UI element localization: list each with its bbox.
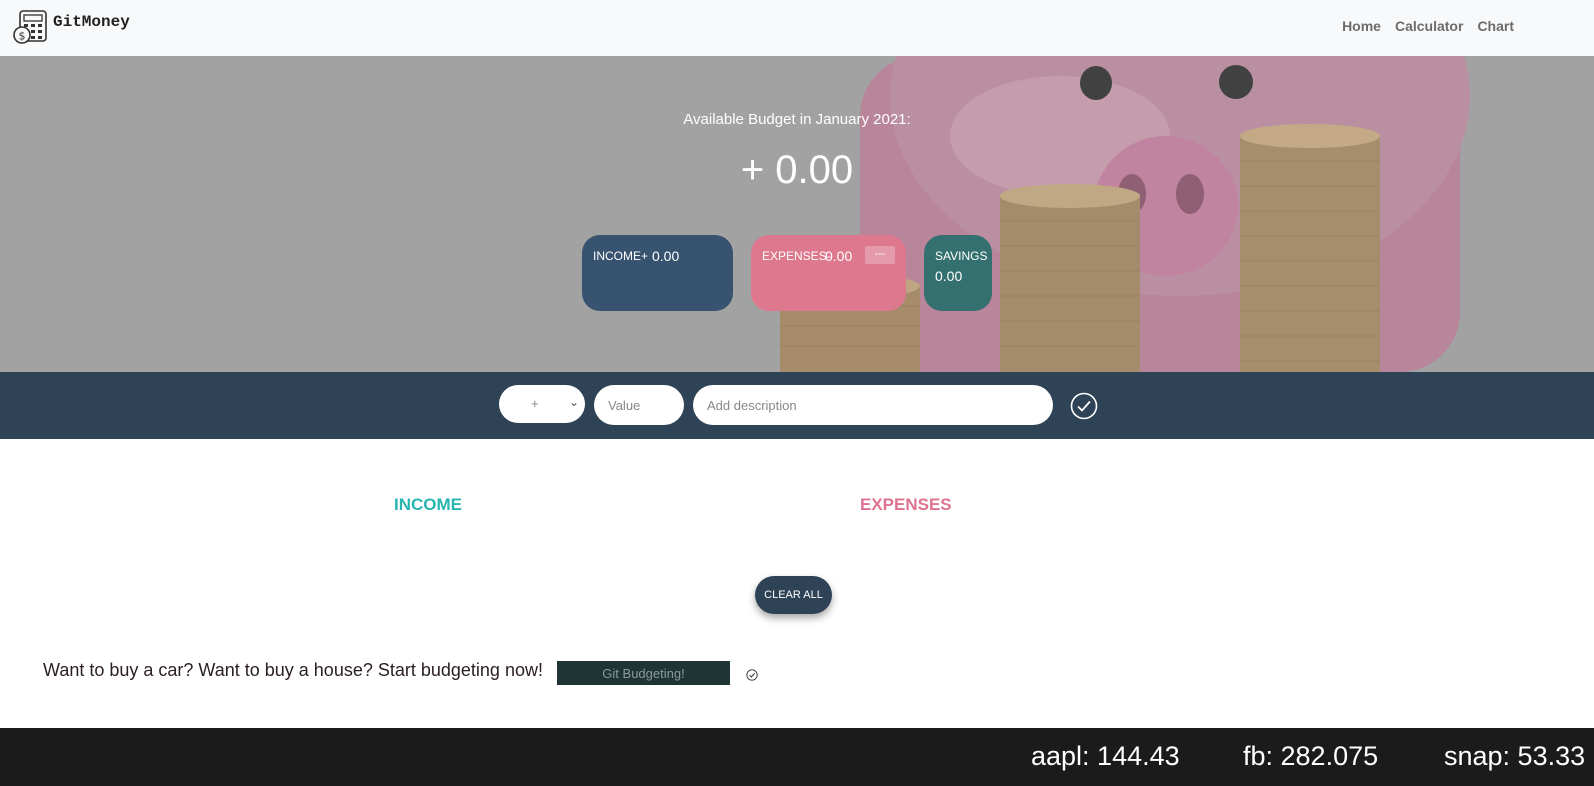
promo-text: Want to buy a car? Want to buy a house? … [43,660,543,680]
nav-links: Home Calculator Chart [1342,18,1514,34]
add-item-bar: + ⌄ [0,372,1594,439]
clear-all-button[interactable]: CLEAR ALL [755,576,832,614]
add-item-check-icon[interactable] [1070,392,1098,420]
nav-link-chart[interactable]: Chart [1477,18,1514,34]
calculator-money-icon: $ [13,10,47,44]
income-label: INCOME [593,249,641,263]
check-circle-icon [746,669,758,681]
budget-value: + 0.00 [740,148,854,192]
description-input[interactable] [693,385,1053,425]
ticker-item-snap: snap: 53.33 [1444,741,1586,771]
ticker-item-aapl: aapl: 144.43 [1031,741,1180,771]
savings-card: SAVINGS 0.00 [924,235,992,311]
type-select[interactable]: + ⌄ [499,385,585,423]
ticker-item-fb: fb: 282.075 [1243,741,1379,771]
budget-title: Available Budget in January 2021: [683,111,911,128]
expenses-label: EXPENSES [762,249,827,263]
income-sign: + [641,249,649,263]
budget-hero: Available Budget in January 2021: + 0.00… [0,56,1594,372]
nav-link-calculator[interactable]: Calculator [1395,18,1463,34]
brand[interactable]: $ GitMoney [13,10,130,44]
nav-link-home[interactable]: Home [1342,18,1381,34]
git-budgeting-button[interactable]: Git Budgeting! [557,661,730,685]
expenses-percentage-badge: --- [865,246,895,264]
brand-name: GitMoney [53,13,130,31]
savings-value: 0.00 [935,268,963,284]
svg-text:$: $ [19,30,26,43]
piggy-bank-coins-image [0,56,1594,372]
navbar: $ GitMoney Home Calculator Chart [0,0,1594,56]
stock-ticker: aapl: 144.43 fb: 282.075 snap: 53.33 [0,728,1594,786]
income-list-title: INCOME [394,495,462,514]
value-input[interactable] [594,385,684,425]
type-select-value: + [531,396,539,411]
expenses-value: 0.00 [825,248,853,264]
expenses-list-title: EXPENSES [860,495,952,514]
income-card: INCOME+ 0.00 [582,235,733,311]
income-value: 0.00 [652,248,680,264]
savings-label: SAVINGS [935,249,988,263]
chevron-down-icon: ⌄ [568,395,579,409]
expenses-card: EXPENSES- 0.00 --- [751,235,906,311]
